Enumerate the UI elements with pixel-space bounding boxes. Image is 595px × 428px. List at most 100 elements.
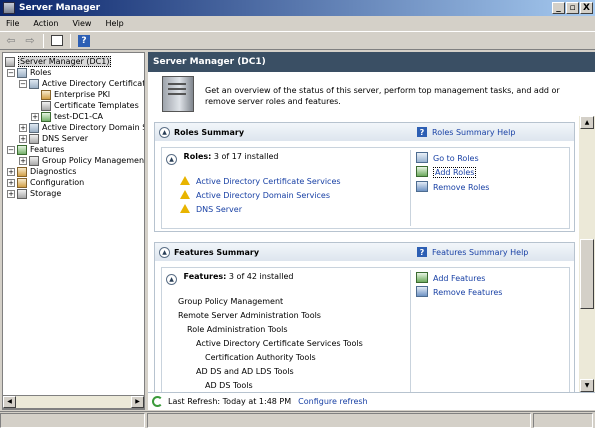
remove-features-link[interactable]: Remove Features [416, 286, 502, 297]
remove-roles-icon [416, 181, 428, 192]
menu-file[interactable]: File [4, 19, 21, 28]
expand-expander[interactable]: + [31, 112, 39, 121]
features-summary-section: ▲ Features Summary ? Features Summary He… [154, 242, 575, 392]
collapse-section-icon[interactable]: ▲ [159, 126, 170, 138]
help-icon: ? [417, 247, 427, 257]
action-divider [410, 150, 411, 226]
tree-item-dns-server[interactable]: + DNS Server [19, 133, 88, 144]
expand-expander[interactable]: + [19, 156, 27, 165]
menu-help[interactable]: Help [103, 19, 125, 28]
add-features-link[interactable]: Add Features [416, 272, 485, 283]
tree-item-enterprise-pki[interactable]: Enterprise PKI [41, 89, 110, 100]
role-link: Active Directory Domain Services [196, 191, 331, 200]
title-bar: Server Manager _ ▫ X [0, 0, 595, 16]
console-tree[interactable]: Server Manager (DC1) − Roles − Active Di… [2, 52, 145, 410]
tree-item-label: Certificate Templates [54, 101, 139, 110]
tree-item-label: Roles [30, 68, 52, 77]
scroll-up-arrow-icon[interactable]: ▲ [580, 116, 594, 129]
tree-item-features[interactable]: − Features [7, 144, 64, 155]
feature-item: Group Policy Management [178, 297, 284, 306]
tree-item-ad-domain-services[interactable]: + Active Directory Domain Se [19, 122, 144, 133]
ca-icon [41, 111, 51, 122]
forward-arrow-icon[interactable]: ⇨ [22, 33, 38, 48]
role-link: Active Directory Certificate Services [196, 177, 341, 186]
action-label: Add Features [433, 274, 486, 283]
tree-item-roles[interactable]: − Roles [7, 67, 51, 78]
features-summary-header: ▲ Features Summary ? Features Summary He… [155, 243, 574, 261]
console-tree-icon [51, 35, 63, 46]
refresh-icon[interactable] [152, 396, 163, 407]
tree-item-label: DNS Server [42, 134, 88, 143]
tree-item-storage[interactable]: + Storage [7, 188, 61, 199]
role-ad-certificate[interactable]: Active Directory Certificate Services [180, 176, 341, 186]
close-button[interactable]: X [580, 2, 593, 14]
minimize-button[interactable]: _ [552, 2, 565, 14]
tree-item-configuration[interactable]: + Configuration [7, 177, 84, 188]
tree-item-ad-certificate[interactable]: − Active Directory Certificate [19, 78, 145, 89]
add-roles-icon [416, 166, 428, 177]
collapse-section-icon[interactable]: ▲ [159, 246, 170, 258]
feature-item: AD DS Tools [205, 381, 253, 390]
expand-expander[interactable]: + [19, 123, 27, 132]
remove-roles-link[interactable]: Remove Roles [416, 181, 489, 192]
role-dns-server[interactable]: DNS Server [180, 204, 242, 214]
group-policy-icon [29, 155, 39, 166]
expand-expander[interactable]: + [7, 167, 15, 176]
maximize-button[interactable]: ▫ [566, 2, 579, 14]
feature-item: Role Administration Tools [187, 325, 288, 334]
expand-expander[interactable]: + [19, 134, 27, 143]
scrollbar-thumb[interactable] [580, 239, 594, 309]
status-bar [0, 411, 595, 428]
roles-summary-help-link[interactable]: ? Roles Summary Help [417, 127, 574, 137]
tree-horizontal-scrollbar[interactable]: ◀ ▶ [2, 395, 145, 409]
expand-expander[interactable]: + [7, 189, 15, 198]
last-refresh-text: Last Refresh: Today at 1:48 PM [168, 397, 292, 406]
collapse-roles-icon[interactable]: ▲ [166, 154, 177, 165]
pki-icon [41, 89, 51, 100]
tree-item-test-dc1-ca[interactable]: + test-DC1-CA [31, 111, 103, 122]
tree-item-label: Server Manager (DC1) [18, 56, 112, 67]
features-summary-help-link[interactable]: ? Features Summary Help [417, 247, 574, 257]
scroll-down-arrow-icon[interactable]: ▼ [580, 379, 594, 392]
storage-icon [17, 188, 27, 199]
show-hide-console-tree-button[interactable] [49, 33, 65, 48]
menu-view[interactable]: View [70, 19, 93, 28]
tree-item-label: Active Directory Certificate [42, 79, 145, 88]
scroll-right-arrow-icon[interactable]: ▶ [131, 396, 144, 408]
diagnostics-icon [17, 166, 27, 177]
back-arrow-icon[interactable]: ⇦ [3, 33, 19, 48]
status-pane [147, 413, 531, 428]
collapse-expander[interactable]: − [7, 68, 15, 77]
features-count-label: Features: [183, 272, 227, 281]
collapse-expander[interactable]: − [7, 145, 15, 154]
help-button[interactable]: ? [76, 33, 92, 48]
section-title: Roles Summary [174, 127, 245, 137]
roles-count-row: ▲ Roles: 3 of 17 installed [166, 152, 278, 165]
role-ad-domain[interactable]: Active Directory Domain Services [180, 190, 330, 200]
status-pane [533, 413, 593, 428]
tree-item-diagnostics[interactable]: + Diagnostics [7, 166, 76, 177]
collapse-expander[interactable]: − [19, 79, 27, 88]
scroll-left-arrow-icon[interactable]: ◀ [3, 396, 16, 408]
add-roles-link[interactable]: Add Roles [416, 166, 477, 178]
tree-item-group-policy[interactable]: + Group Policy Management [19, 155, 144, 166]
action-label: Remove Roles [433, 183, 490, 192]
domain-services-icon [29, 122, 39, 133]
expand-expander[interactable]: + [7, 178, 15, 187]
collapse-features-icon[interactable]: ▲ [166, 274, 177, 285]
tree-item-server-manager[interactable]: Server Manager (DC1) [5, 56, 112, 67]
toolbar-separator [70, 33, 71, 48]
certificate-services-icon [29, 78, 39, 89]
feature-item: Remote Server Administration Tools [178, 311, 321, 320]
features-count-row: ▲ Features: 3 of 42 installed [166, 272, 293, 285]
go-to-roles-link[interactable]: Go to Roles [416, 152, 479, 163]
tree-item-label: test-DC1-CA [54, 112, 104, 121]
menu-action[interactable]: Action [31, 19, 60, 28]
tree-item-certificate-templates[interactable]: Certificate Templates [41, 100, 139, 111]
help-link-label: Features Summary Help [432, 247, 529, 257]
content-vertical-scrollbar[interactable]: ▲ ▼ [579, 116, 595, 392]
menu-bar: File Action View Help [0, 16, 595, 30]
overview-text: Get an overview of the status of this se… [205, 86, 560, 106]
configure-refresh-link[interactable]: Configure refresh [298, 397, 367, 406]
section-title: Features Summary [174, 247, 260, 257]
